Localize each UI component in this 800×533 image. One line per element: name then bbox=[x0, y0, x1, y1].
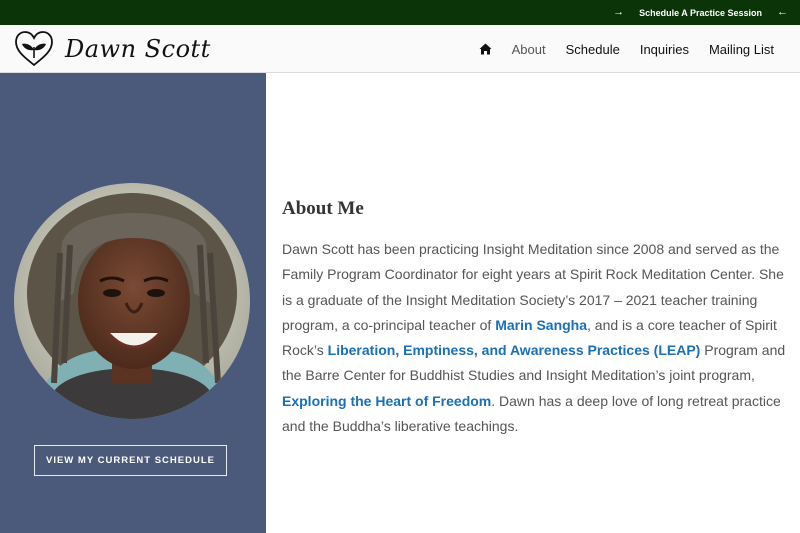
nav-about[interactable]: About bbox=[512, 42, 546, 57]
schedule-practice-link[interactable]: → Schedule A Practice Session ← bbox=[613, 0, 788, 25]
about-content: About Me Dawn Scott has been practicing … bbox=[282, 198, 787, 439]
home-icon[interactable] bbox=[479, 43, 492, 55]
arrow-left-icon: ← bbox=[777, 6, 788, 18]
nav-mailing-list[interactable]: Mailing List bbox=[709, 42, 774, 57]
nav-schedule[interactable]: Schedule bbox=[566, 42, 620, 57]
schedule-practice-label: Schedule A Practice Session bbox=[639, 7, 762, 18]
exploring-heart-of-freedom-link[interactable]: Exploring the Heart of Freedom bbox=[282, 393, 491, 409]
site-header: Dawn Scott About Schedule Inquiries Mail… bbox=[0, 25, 800, 73]
logo-text: Dawn Scott bbox=[65, 35, 211, 63]
view-schedule-button[interactable]: VIEW MY CURRENT SCHEDULE bbox=[34, 445, 227, 476]
sidebar-panel: VIEW MY CURRENT SCHEDULE bbox=[0, 73, 266, 533]
portrait-photo bbox=[14, 183, 250, 419]
site-logo[interactable]: Dawn Scott bbox=[13, 30, 211, 68]
arrow-right-icon: → bbox=[613, 6, 625, 18]
nav-inquiries[interactable]: Inquiries bbox=[640, 42, 689, 57]
top-bar: → Schedule A Practice Session ← bbox=[0, 0, 800, 25]
main-nav: About Schedule Inquiries Mailing List bbox=[479, 25, 774, 73]
page-title: About Me bbox=[282, 198, 364, 219]
marin-sangha-link[interactable]: Marin Sangha bbox=[495, 317, 587, 333]
about-paragraph: Dawn Scott has been practicing Insight M… bbox=[282, 237, 787, 439]
heart-sprout-icon bbox=[15, 31, 53, 67]
leap-program-link[interactable]: Liberation, Emptiness, and Awareness Pra… bbox=[328, 342, 701, 358]
